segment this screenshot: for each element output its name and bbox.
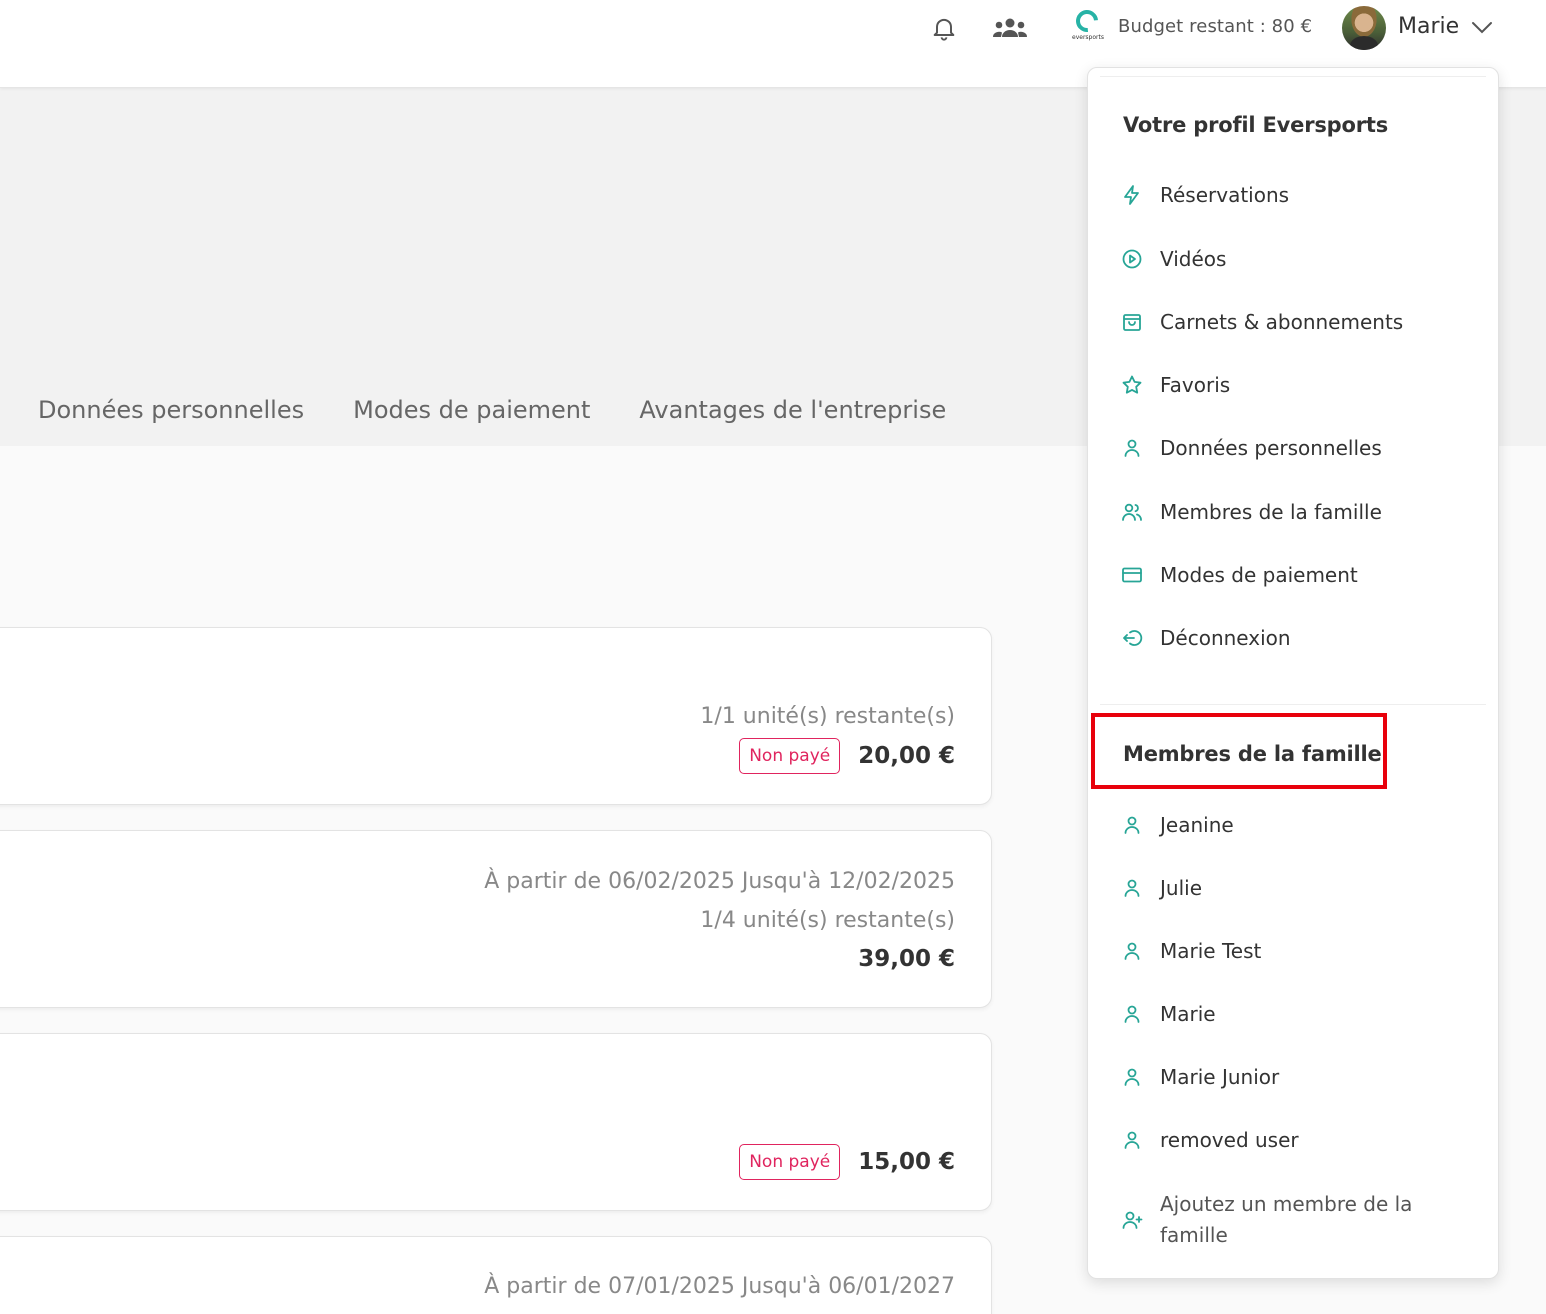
menu-item-logout[interactable]: Déconnexion [1120, 626, 1291, 650]
bolt-icon [1124, 185, 1139, 205]
product-card[interactable]: 1/1 unité(s) restante(s) Non payé 20,00 … [0, 627, 992, 805]
family-member-item[interactable]: Marie [1120, 1002, 1216, 1026]
validity-period: À partir de 06/02/2025 Jusqu'à 12/02/202… [484, 869, 955, 894]
price: 20,00 € [858, 743, 955, 769]
price: 15,00 € [858, 1149, 955, 1175]
profile-tabs: Données personnelles Modes de paiement A… [38, 396, 946, 424]
units-remaining: 1/1 unité(s) restante(s) [700, 704, 955, 729]
chevron-down-icon[interactable] [1470, 18, 1494, 38]
product-card[interactable]: À partir de 06/02/2025 Jusqu'à 12/02/202… [0, 830, 992, 1008]
user-name[interactable]: Marie [1398, 14, 1459, 39]
menu-item-payment-methods[interactable]: Modes de paiement [1120, 563, 1358, 587]
user-icon [1124, 879, 1140, 897]
add-family-member-button[interactable]: Ajoutez un membre de la famille [1120, 1189, 1420, 1251]
menu-item-family-members[interactable]: Membres de la famille [1120, 500, 1382, 524]
validity-period: À partir de 07/01/2025 Jusqu'à 06/01/202… [484, 1274, 955, 1299]
shopping-bag-icon [1123, 314, 1141, 331]
users-icon [1122, 503, 1142, 521]
user-icon [1124, 942, 1140, 960]
avatar[interactable] [1342, 6, 1386, 50]
profile-dropdown-menu: Votre profil Eversports Réservations Vid… [1087, 67, 1499, 1279]
user-icon [1124, 1068, 1140, 1086]
budget-remaining: Budget restant : 80 € [1118, 16, 1313, 37]
user-icon [1124, 816, 1140, 834]
bell-icon[interactable] [930, 14, 958, 42]
tab-company-benefits[interactable]: Avantages de l'entreprise [639, 396, 946, 424]
group-icon[interactable] [990, 15, 1030, 43]
product-card[interactable]: À partir de 07/01/2025 Jusqu'à 06/01/202… [0, 1236, 992, 1314]
family-member-item[interactable]: Jeanine [1120, 813, 1234, 837]
family-member-item[interactable]: Marie Junior [1120, 1065, 1279, 1089]
family-member-item[interactable]: Julie [1120, 876, 1202, 900]
product-card[interactable]: Non payé 15,00 € [0, 1033, 992, 1211]
profile-menu-title: Votre profil Eversports [1123, 113, 1389, 137]
menu-item-videos[interactable]: Vidéos [1120, 247, 1226, 271]
logout-icon [1123, 630, 1143, 646]
user-icon [1124, 1005, 1140, 1023]
user-icon [1124, 439, 1140, 457]
menu-item-passes[interactable]: Carnets & abonnements [1120, 310, 1403, 334]
price: 39,00 € [858, 946, 955, 972]
family-member-item[interactable]: Marie Test [1120, 939, 1261, 963]
play-circle-icon [1122, 249, 1142, 269]
eversports-logo[interactable]: eversports [1068, 5, 1108, 48]
units-remaining: 1/4 unité(s) restante(s) [700, 908, 955, 933]
highlight-box [1091, 713, 1387, 789]
menu-item-personal-data[interactable]: Données personnelles [1120, 436, 1382, 460]
user-plus-icon [1122, 1211, 1143, 1229]
credit-card-icon [1122, 567, 1142, 583]
menu-item-favorites[interactable]: Favoris [1120, 373, 1230, 397]
menu-item-reservations[interactable]: Réservations [1120, 183, 1289, 207]
star-icon [1122, 375, 1142, 394]
tab-personal-data[interactable]: Données personnelles [38, 396, 304, 424]
unpaid-badge: Non payé [739, 738, 841, 774]
unpaid-badge: Non payé [739, 1144, 841, 1180]
family-member-item[interactable]: removed user [1120, 1128, 1299, 1152]
user-icon [1124, 1131, 1140, 1149]
tab-payment-methods[interactable]: Modes de paiement [353, 396, 590, 424]
